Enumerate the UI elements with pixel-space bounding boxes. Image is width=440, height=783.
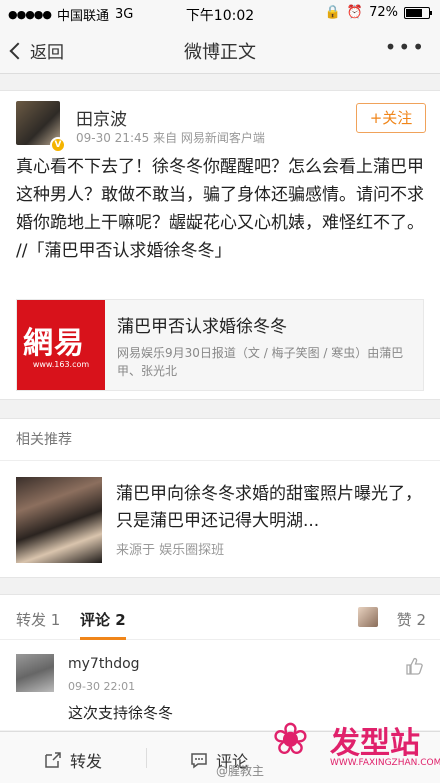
repost-label: 转发 — [70, 752, 103, 771]
page-title: 微博正文 — [184, 42, 256, 63]
link-card-desc: 网易娱乐9月30日报道（文 / 梅子笑图 / 寒虫）由蒲巴甲、张光北 — [117, 346, 404, 378]
status-bar: ●●●●● 中国联通 3G 下午10:02 🔒 ⏰ 72% — [0, 0, 440, 26]
related-title[interactable]: 蒲巴甲向徐冬冬求婚的甜蜜照片曝光了，只是蒲巴甲还记得大明湖... — [116, 481, 424, 535]
comment-time: 09-30 22:01 — [68, 680, 136, 693]
netease-logo: 網易 www.163.com — [17, 300, 105, 390]
battery-percent: 72% — [369, 5, 398, 20]
link-card-title: 蒲巴甲否认求婚徐冬冬 — [117, 317, 287, 337]
follow-button[interactable]: +关注 — [356, 103, 426, 133]
tab-repost[interactable]: 转发 1 — [16, 609, 60, 630]
battery-icon — [404, 6, 432, 19]
share-icon — [45, 752, 61, 768]
post-text: 真心看不下去了！徐冬冬你醒醒吧？怎么会看上蒲巴甲这种男人？敢做不敢当，骗了身体还… — [16, 157, 424, 261]
weibo-post: V 田京波 09-30 21:45 来自 网易新闻客户端 +关注 真心看不下去了… — [0, 90, 440, 400]
watermark-brand: 发型站 — [330, 726, 420, 761]
thumbs-up-icon[interactable] — [404, 656, 424, 676]
tab-comments[interactable]: 评论 2 — [80, 609, 126, 630]
weibo-handle-watermark: @腥教主 — [216, 764, 265, 778]
related-section: 相关推荐 蒲巴甲向徐冬冬求婚的甜蜜照片曝光了，只是蒲巴甲还记得大明湖... 来源… — [0, 418, 440, 578]
commenter-name[interactable]: my7thdog — [68, 656, 140, 672]
link-card[interactable]: 網易 www.163.com 蒲巴甲否认求婚徐冬冬 网易娱乐9月30日报道（文 … — [16, 299, 424, 391]
post-meta: 09-30 21:45 来自 网易新闻客户端 — [76, 129, 265, 146]
watermark-url: WWW.FAXINGZHAN.COM — [330, 758, 440, 768]
repost-button[interactable]: 转发 — [44, 748, 102, 772]
toolbar-divider — [146, 748, 147, 768]
related-header: 相关推荐 — [0, 419, 440, 461]
faxingzhan-watermark: ❀ 发型站 WWW.FAXINGZHAN.COM — [272, 712, 440, 778]
post-time: 09-30 21:45 — [76, 131, 150, 145]
commenter-avatar[interactable] — [16, 654, 54, 692]
tab-likes[interactable]: 赞 2 — [397, 609, 426, 630]
verified-badge-icon: V — [50, 137, 66, 153]
lock-rotation-icon: 🔒 — [324, 5, 341, 20]
related-source: 来源于 娱乐圈探班 — [116, 543, 225, 558]
nav-bar: 返回 微博正文 ••• — [0, 26, 440, 74]
more-options-button[interactable]: ••• — [385, 37, 426, 57]
interaction-tabs: 转发 1 评论 2 赞 2 — [0, 594, 440, 640]
netease-logo-url: www.163.com — [32, 360, 90, 369]
alarm-icon: ⏰ — [346, 5, 364, 20]
author-name[interactable]: 田京波 — [76, 105, 127, 130]
netease-logo-text: 網易 — [23, 326, 85, 361]
post-source: 来自 网易新闻客户端 — [153, 131, 265, 145]
comment-icon — [191, 753, 207, 769]
related-thumbnail[interactable] — [16, 477, 102, 563]
comment-text: 这次支持徐冬冬 — [68, 704, 174, 722]
flower-logo-icon: ❀ — [272, 714, 309, 765]
liker-avatar[interactable] — [358, 607, 378, 627]
